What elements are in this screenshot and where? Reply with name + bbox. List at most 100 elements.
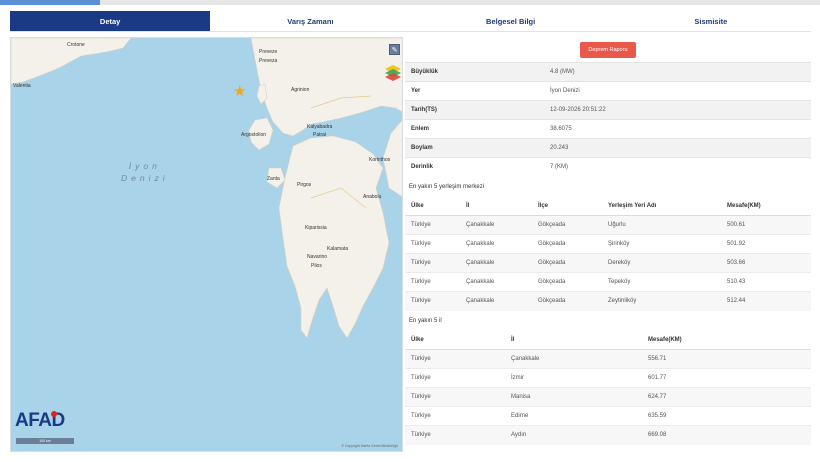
top-progress-indicator (0, 0, 100, 5)
column-header: İl (460, 196, 532, 216)
table-row: Türkiye Manisa 624.77 (405, 387, 811, 407)
table-cell: 669.08 (642, 425, 811, 445)
map-label-ionian-sea: İyon Denizi (121, 161, 169, 183)
table-cell: Türkiye (405, 387, 505, 407)
afad-logo: AFAD (15, 410, 65, 431)
detail-value: 12-09-2026 20:51:22 (544, 100, 811, 120)
map-label-zanta: Zanta (267, 176, 280, 182)
column-header: Ülke (405, 196, 460, 216)
epicenter-star-icon[interactable]: ★ (233, 84, 246, 99)
table-cell: Edirne (505, 406, 642, 426)
table-row: Türkiye Çanakkale Gökçeada Şirinköy 501.… (405, 234, 811, 254)
map-label-kiparissia: Kiparissia (305, 225, 327, 231)
tab-bar: Detay Varış Zamanı Belgesel Bilgi Sismis… (10, 11, 811, 32)
table-cell: Gökçeada (532, 272, 602, 292)
tab-belgesel-bilgi[interactable]: Belgesel Bilgi (411, 11, 611, 31)
table-cell: Türkiye (405, 368, 505, 388)
table-cell: İzmir (505, 368, 642, 388)
table-header-row: Ülke İl İlçe Yerleşim Yeri Adı Mesafe(KM… (405, 196, 811, 216)
detail-row-latitude: Enlem 38.6075 (405, 119, 811, 139)
table-cell: Türkiye (405, 425, 505, 445)
layers-icon[interactable] (384, 64, 402, 82)
tab-varis-zamani[interactable]: Varış Zamanı (210, 11, 410, 31)
table-cell: Çanakkale (460, 291, 532, 311)
table-cell: 556.71 (642, 349, 811, 369)
column-header: Mesafe(KM) (642, 330, 811, 350)
column-header: Mesafe(KM) (721, 196, 811, 216)
table-cell: Tepeköy (602, 272, 721, 292)
table-cell: Gökçeada (532, 291, 602, 311)
map-copyright: © Copyright Harita Genel Müdürlüğü (341, 444, 398, 448)
table-header-row: Ülke İl Mesafe(KM) (405, 330, 811, 350)
table-row: Türkiye Çanakkale Gökçeada Zeytinliköy 5… (405, 291, 811, 311)
table-cell: Çanakkale (460, 253, 532, 273)
map-label-crotone: Crotone (67, 42, 85, 48)
detail-value: 20.243 (544, 138, 811, 158)
detail-value: 4.8 (MW) (544, 62, 811, 82)
pencil-icon: ✎ (391, 46, 398, 54)
table-cell: 501.92 (721, 234, 811, 254)
fullscreen-button[interactable]: ✎ (389, 44, 400, 55)
table-cell: Gökçeada (532, 253, 602, 273)
table-cell: Çanakkale (460, 215, 532, 235)
table-cell: Çanakkale (460, 272, 532, 292)
table-cell: 500.61 (721, 215, 811, 235)
table-row: Türkiye Çanakkale Gökçeada Uğurlu 500.61 (405, 215, 811, 235)
afad-logo-dot (51, 411, 57, 417)
map-landmass (11, 38, 402, 339)
table-cell: Türkiye (405, 253, 460, 273)
settlements-table: Ülke İl İlçe Yerleşim Yeri Adı Mesafe(KM… (405, 196, 811, 311)
detail-key: Enlem (405, 119, 544, 139)
map-label-preveza: Preveza (259, 58, 278, 64)
table-cell: Türkiye (405, 291, 460, 311)
table-cell: 624.77 (642, 387, 811, 407)
detail-value: İyon Denizi (544, 81, 811, 101)
table-row: Türkiye Aydın 669.08 (405, 425, 811, 445)
table-row: Türkiye Çanakkale Gökçeada Dereköy 503.6… (405, 253, 811, 273)
table-cell: Türkiye (405, 272, 460, 292)
map-label-pirgos: Pirgos (297, 182, 312, 188)
table-cell: 512.44 (721, 291, 811, 311)
map-label-kalyabadra: Kalyabadra (307, 124, 333, 130)
table-row: Türkiye İzmir 601.77 (405, 368, 811, 388)
detail-value: 38.6075 (544, 119, 811, 139)
table-cell: Şirinköy (602, 234, 721, 254)
table-cell: 503.66 (721, 253, 811, 273)
detail-row-magnitude: Büyüklük 4.8 (MW) (405, 62, 811, 82)
settlements-section-title: En yakın 5 yerleşim merkezi (409, 183, 485, 190)
tab-detay[interactable]: Detay (10, 11, 211, 31)
map-label-agrinion: Agrinion (291, 87, 310, 93)
table-cell: Çanakkale (460, 234, 532, 254)
details-panel: Deprem Raporu Büyüklük 4.8 (MW) Yer İyon… (405, 37, 811, 445)
table-cell: 601.77 (642, 368, 811, 388)
table-cell: Dereköy (602, 253, 721, 273)
map-label-patrai: Patrai (313, 132, 327, 138)
table-cell: Gökçeada (532, 234, 602, 254)
detail-value: 7 (KM) (544, 157, 811, 177)
detail-row-date: Tarih(TS) 12-09-2026 20:51:22 (405, 100, 811, 120)
table-cell: Manisa (505, 387, 642, 407)
map-label-korinthos: Korinthos (369, 157, 391, 163)
table-cell: Türkiye (405, 215, 460, 235)
tab-sismisite[interactable]: Sismisite (611, 11, 811, 31)
report-button-wrap: Deprem Raporu (405, 37, 811, 62)
earthquake-map[interactable]: Crotone Valentia Preveze Preveza Agrinio… (10, 37, 403, 452)
table-cell: Zeytinliköy (602, 291, 721, 311)
column-header: Ülke (405, 330, 505, 350)
map-label-preveze: Preveze (259, 49, 278, 55)
top-loading-strip (0, 0, 820, 5)
table-cell: Uğurlu (602, 215, 721, 235)
detail-key: Derinlik (405, 157, 544, 177)
detail-row-depth: Derinlik 7 (KM) (405, 157, 811, 177)
map-label-navarino: Navarino (307, 254, 328, 260)
table-cell: 510.43 (721, 272, 811, 292)
table-cell: Türkiye (405, 406, 505, 426)
column-header: İl (505, 330, 642, 350)
earthquake-report-button[interactable]: Deprem Raporu (580, 41, 636, 58)
earthquake-details-table: Büyüklük 4.8 (MW) Yer İyon Denizi Tarih(… (405, 62, 811, 177)
column-header: Yerleşim Yeri Adı (602, 196, 721, 216)
detail-key: Büyüklük (405, 62, 544, 82)
table-cell: 635.59 (642, 406, 811, 426)
detail-row-location: Yer İyon Denizi (405, 81, 811, 101)
provinces-section-title: En yakın 5 il (409, 317, 442, 324)
